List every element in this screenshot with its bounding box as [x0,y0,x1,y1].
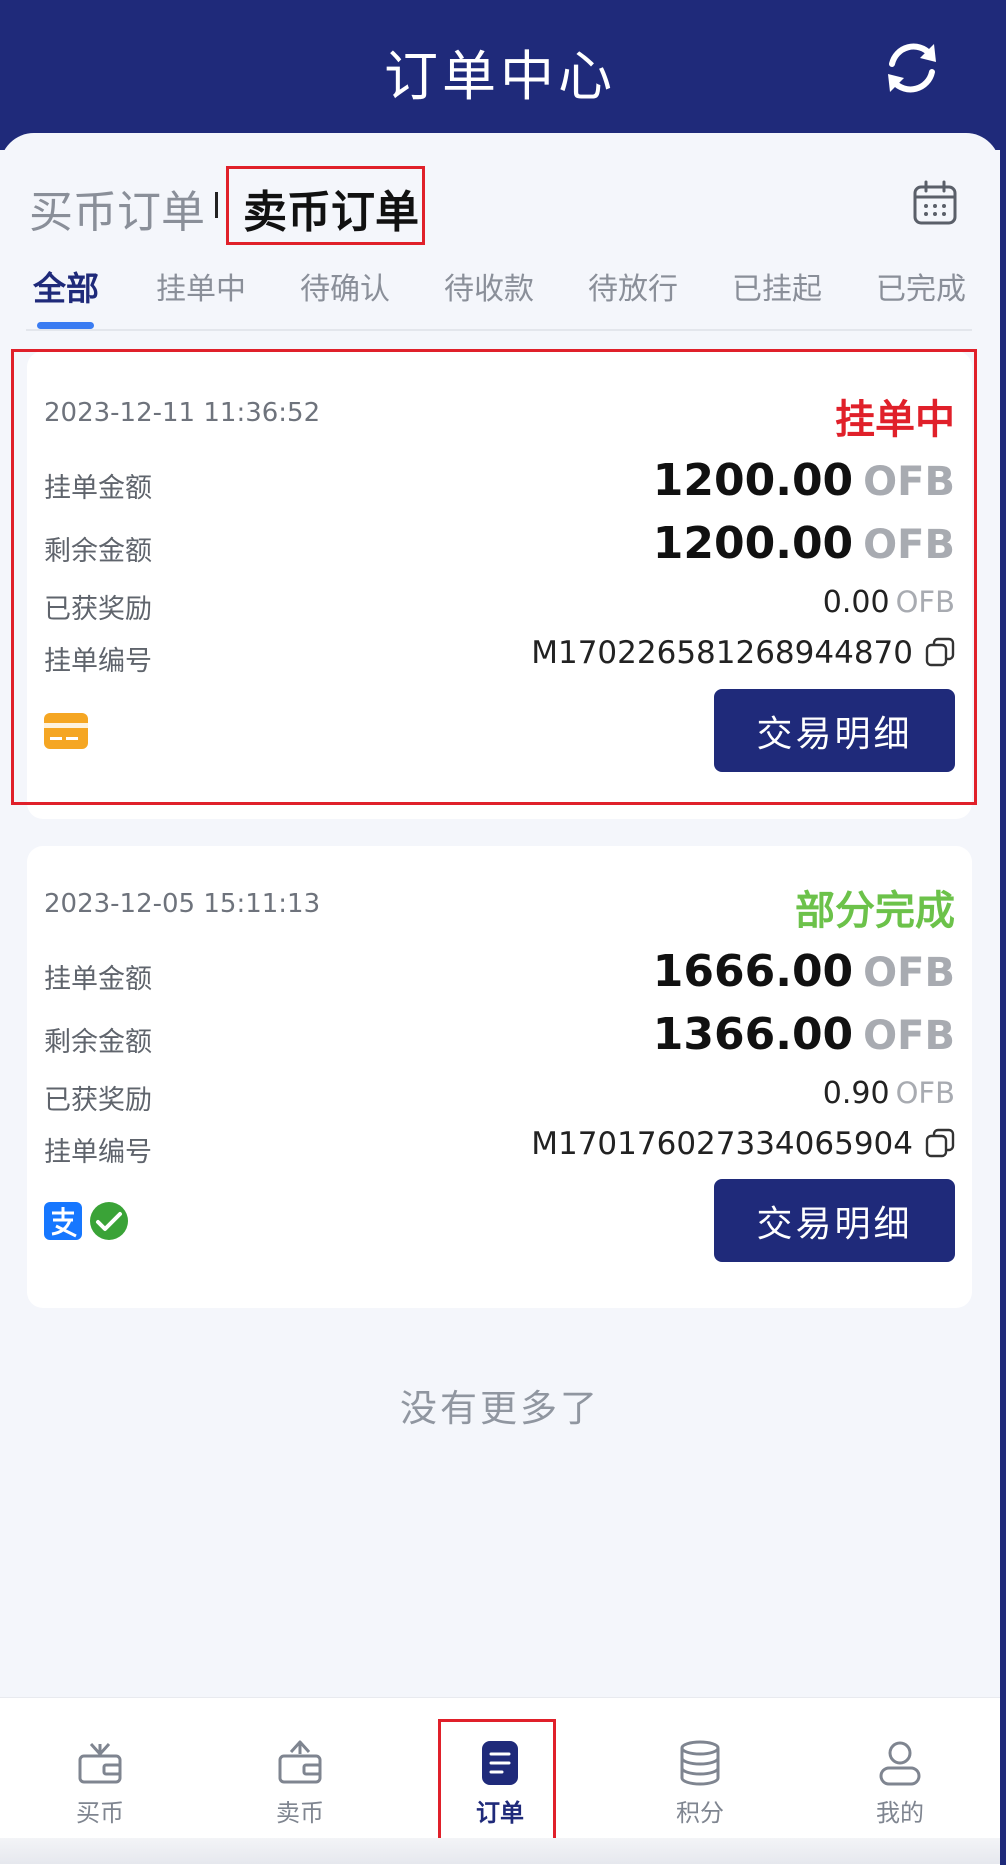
nav-label: 卖币 [276,1799,324,1827]
buy-coin-icon [78,1742,122,1784]
wechat-pay-icon [90,1202,128,1240]
trade-details-button[interactable]: 交易明细 [714,1179,955,1262]
reward-value: 0.90 OFB [823,1076,955,1111]
listing-amount: 1666.00 [652,946,854,997]
tab-to-receive[interactable]: 待收款 [444,264,534,308]
tab-completed[interactable]: 已完成 [876,264,966,308]
tab-to-confirm[interactable]: 待确认 [300,264,390,308]
listing-amount-value: 1666.00 OFB [653,946,955,997]
app-page: 订单中心 买币订单 卖币订单 全部 挂单中 待确认 待收款 待放行 已挂起 已完… [0,0,1000,1865]
order-number-label: 挂单编号 [44,1137,152,1168]
currency-unit: OFB [895,1076,955,1110]
no-more-text: 没有更多了 [400,1387,600,1430]
refresh-icon[interactable] [880,36,944,100]
status-tabs: 全部 挂单中 待确认 待收款 待放行 已挂起 已完成 [0,256,1000,336]
order-card-highlight [11,349,977,805]
reward-amount: 0.90 [822,1076,890,1111]
remaining-amount-value: 1366.00 OFB [653,1009,955,1060]
remaining-amount-label: 剩余金额 [44,1027,152,1058]
tab-all[interactable]: 全部 [33,262,99,310]
nav-label: 我的 [876,1799,924,1827]
order-number: M170176027334065904 [531,1126,913,1162]
remaining-amount: 1366.00 [652,1009,854,1060]
order-status: 部分完成 [795,888,955,934]
reward-label: 已获奖励 [44,1085,152,1116]
points-icon [680,1740,720,1786]
copy-icon[interactable] [925,1128,955,1158]
listing-amount-label: 挂单金额 [44,964,152,995]
app-header: 订单中心 [0,0,1000,150]
order-type-divider [215,192,218,218]
order-card: 2023-12-05 15:11:13 部分完成 挂单金额 1666.00 OFB… [27,846,972,1308]
tabs-divider [26,329,972,331]
orders-nav-highlight [438,1719,556,1844]
sell-coin-icon [278,1740,322,1784]
tab-listing[interactable]: 挂单中 [156,264,246,308]
tab-suspended[interactable]: 已挂起 [732,264,822,308]
sell-orders-highlight [226,166,425,245]
page-title: 订单中心 [384,45,616,108]
order-datetime: 2023-12-05 15:11:13 [44,889,321,919]
buy-orders-tab[interactable]: 买币订单 [29,176,205,240]
tab-to-release[interactable]: 待放行 [588,264,678,308]
currency-unit: OFB [863,950,955,996]
nav-label: 积分 [676,1799,724,1827]
profile-icon [879,1741,921,1786]
home-indicator-bar [0,1838,1000,1864]
calendar-icon[interactable] [913,180,957,226]
currency-unit: OFB [863,1013,955,1059]
active-tab-indicator [37,322,94,329]
alipay-icon [44,1202,82,1240]
order-number-value: M170176027334065904 [531,1126,955,1162]
nav-label: 买币 [76,1799,124,1827]
window-edge [1000,0,1006,1864]
